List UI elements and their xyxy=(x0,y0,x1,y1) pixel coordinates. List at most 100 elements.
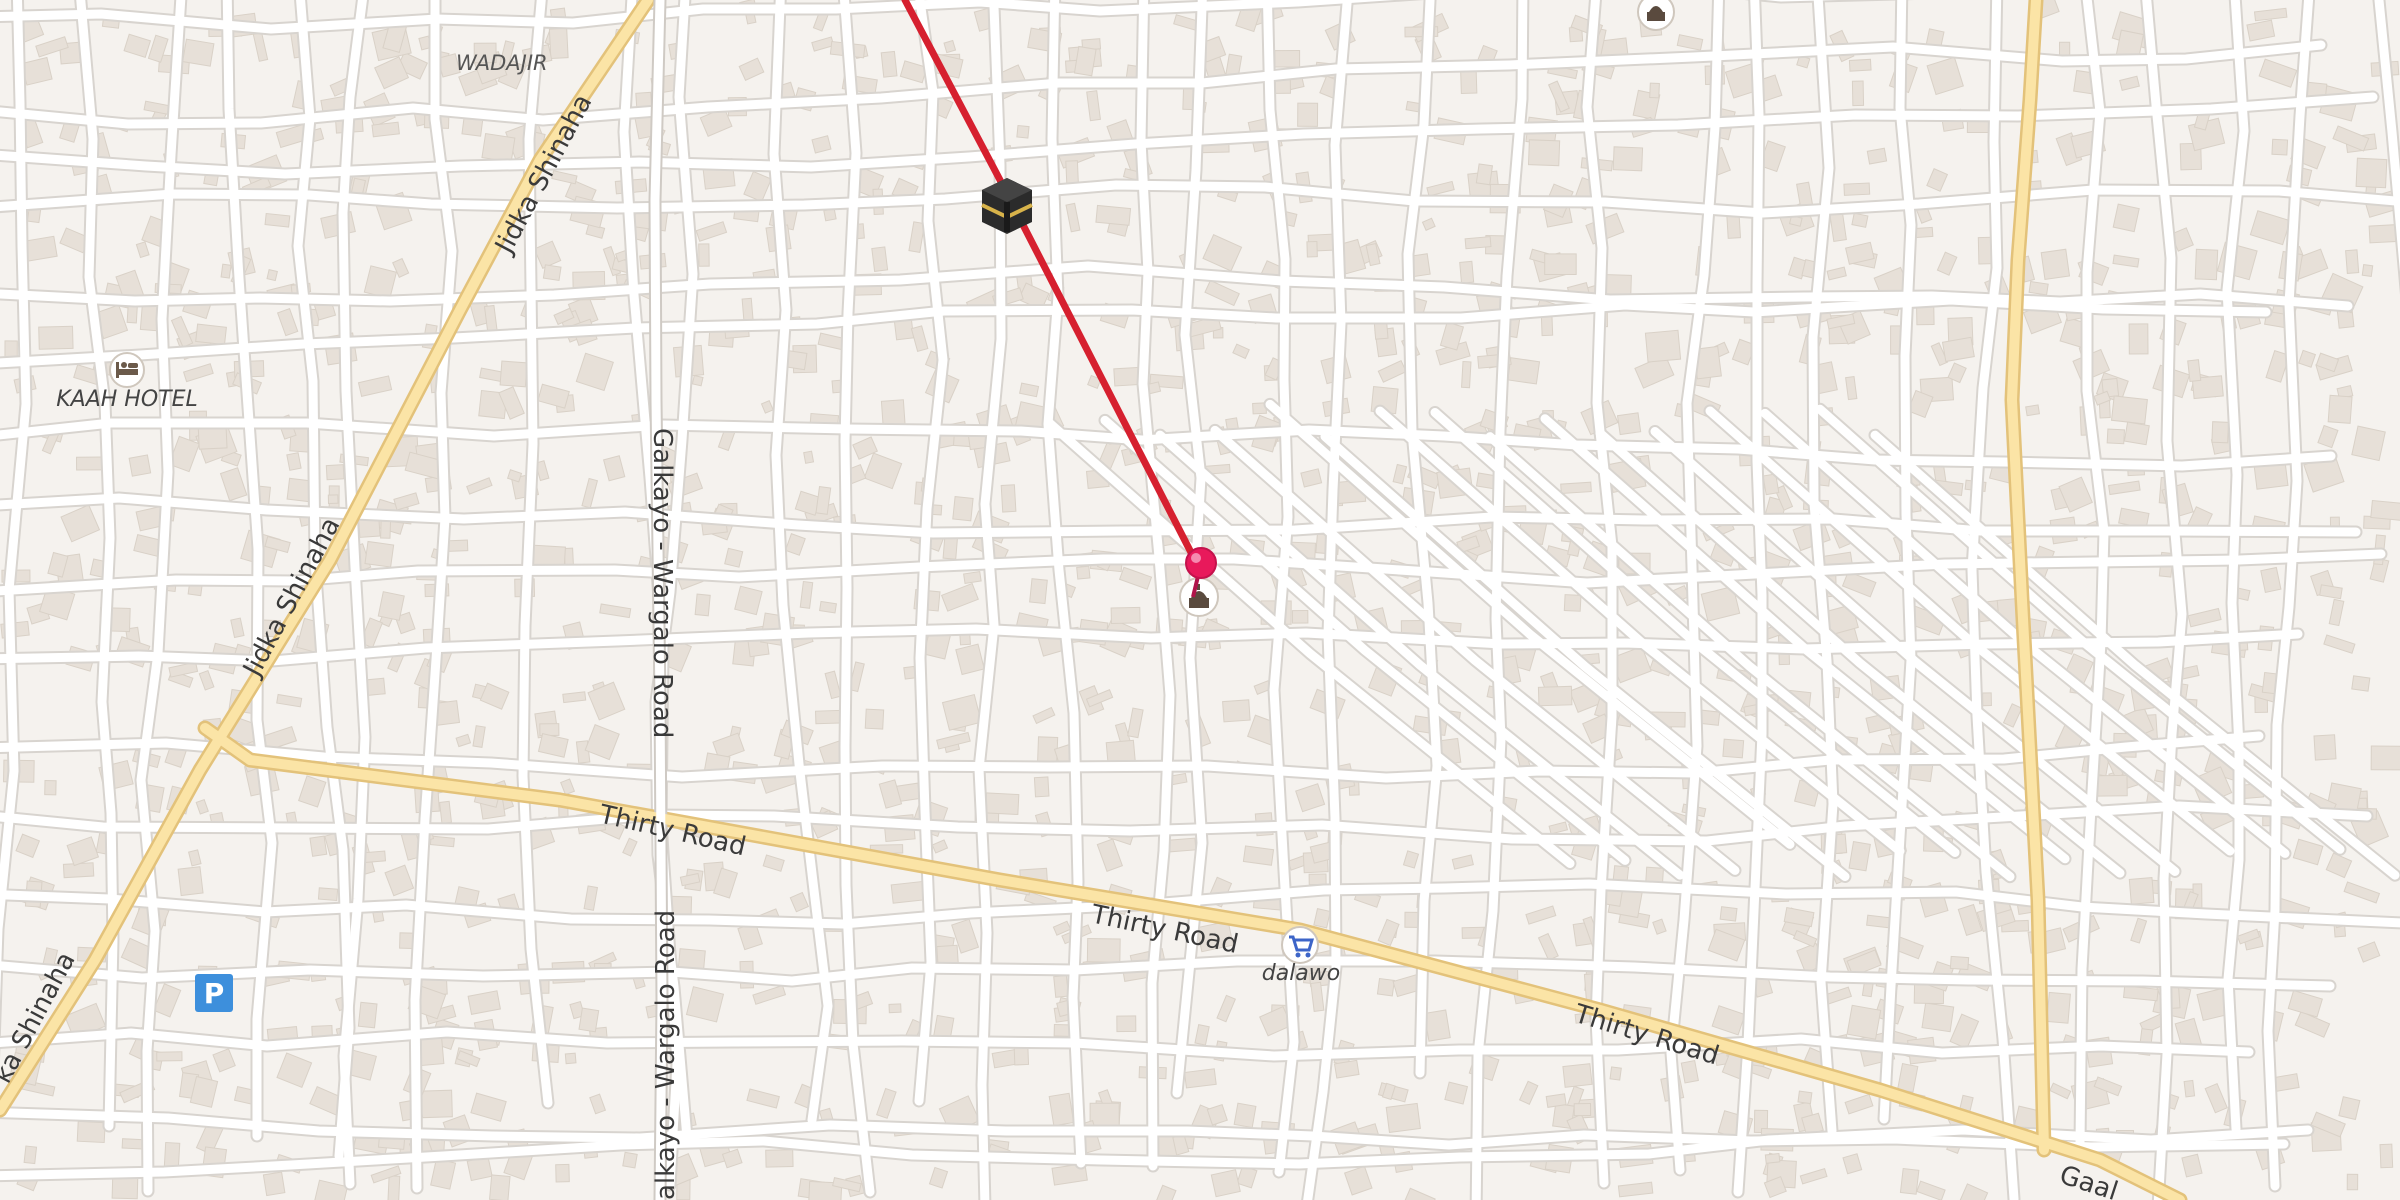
building xyxy=(1183,1068,1217,1089)
building xyxy=(871,246,889,272)
building xyxy=(942,535,959,560)
building xyxy=(2313,734,2337,761)
building xyxy=(1982,692,1992,707)
building xyxy=(1029,578,1048,605)
building xyxy=(1274,50,1301,68)
building xyxy=(888,1003,902,1014)
building xyxy=(1545,1093,1567,1108)
building xyxy=(439,800,453,824)
building xyxy=(2327,394,2353,424)
building xyxy=(264,212,291,228)
building xyxy=(2211,421,2230,444)
building xyxy=(724,547,744,568)
building xyxy=(2025,404,2041,417)
building xyxy=(1843,182,1871,196)
building xyxy=(195,323,227,346)
building xyxy=(1291,609,1309,624)
building xyxy=(1016,124,1030,139)
building xyxy=(1116,1015,1137,1033)
building xyxy=(1423,1009,1451,1042)
building xyxy=(803,450,815,464)
building xyxy=(1405,100,1421,113)
building xyxy=(1459,260,1475,284)
building xyxy=(1110,606,1141,625)
building xyxy=(2345,249,2360,274)
building xyxy=(377,591,405,621)
building xyxy=(555,1163,570,1183)
poi-mosque-top[interactable] xyxy=(1637,0,1675,31)
building xyxy=(1073,45,1097,77)
building xyxy=(2194,248,2219,281)
building xyxy=(864,708,885,730)
building xyxy=(1616,412,1642,436)
building xyxy=(2028,280,2049,296)
building xyxy=(2123,421,2150,446)
building xyxy=(1949,955,1970,971)
building xyxy=(1242,845,1275,866)
building xyxy=(1000,484,1017,513)
building xyxy=(1563,594,1582,612)
building xyxy=(357,1001,378,1029)
building xyxy=(1507,357,1541,385)
building xyxy=(578,1007,600,1033)
building xyxy=(1527,139,1561,167)
building xyxy=(880,50,898,78)
building xyxy=(1537,685,1573,707)
building xyxy=(2351,675,2371,692)
building xyxy=(1644,329,1682,363)
building xyxy=(963,570,982,584)
building xyxy=(44,779,57,796)
building xyxy=(1719,906,1738,922)
parking-icon: P xyxy=(195,974,233,1012)
building xyxy=(984,792,1020,816)
building xyxy=(1076,565,1091,580)
poi-parking[interactable]: P xyxy=(195,974,233,1012)
building xyxy=(548,27,569,59)
building xyxy=(1385,1102,1421,1134)
building xyxy=(1306,240,1318,258)
building xyxy=(2361,264,2374,277)
building xyxy=(2187,359,2202,383)
building xyxy=(371,121,400,138)
building xyxy=(364,540,395,568)
map-canvas[interactable]: Jidka Shinaha Jidka Shinaha ka Shinaha G… xyxy=(0,0,2400,1200)
building xyxy=(2095,774,2128,797)
building xyxy=(2355,157,2388,189)
building xyxy=(765,1149,794,1168)
mosque-icon xyxy=(1637,0,1675,31)
building xyxy=(327,494,339,505)
building xyxy=(1297,102,1319,127)
building xyxy=(2351,425,2386,462)
building xyxy=(1475,163,1494,186)
building xyxy=(1848,841,1871,872)
building xyxy=(156,1051,183,1062)
poi-mosque-center[interactable] xyxy=(1179,577,1219,617)
building xyxy=(890,880,927,904)
bed-icon xyxy=(109,352,145,388)
building xyxy=(38,325,74,350)
place-label-wadajir: WADAJIR xyxy=(456,51,548,75)
building xyxy=(220,263,232,279)
building xyxy=(1048,1092,1075,1127)
building xyxy=(1461,360,1472,389)
building xyxy=(1444,1081,1469,1105)
building xyxy=(182,38,215,67)
building xyxy=(564,1052,577,1065)
building xyxy=(1464,236,1492,250)
building xyxy=(2106,428,2126,445)
building xyxy=(1308,873,1327,886)
building xyxy=(698,243,710,267)
building xyxy=(2112,203,2140,233)
building xyxy=(1612,146,1644,172)
building xyxy=(2128,877,2155,905)
building xyxy=(429,835,455,848)
building xyxy=(24,235,58,262)
building xyxy=(2046,991,2071,1024)
building xyxy=(1376,977,1395,997)
building xyxy=(2368,224,2397,244)
building xyxy=(75,456,104,471)
building xyxy=(1544,253,1577,275)
road-label-galkayo-wargalo: alkayo - Wargalo Road xyxy=(651,910,681,1200)
building xyxy=(1609,1066,1622,1081)
building xyxy=(542,264,562,281)
